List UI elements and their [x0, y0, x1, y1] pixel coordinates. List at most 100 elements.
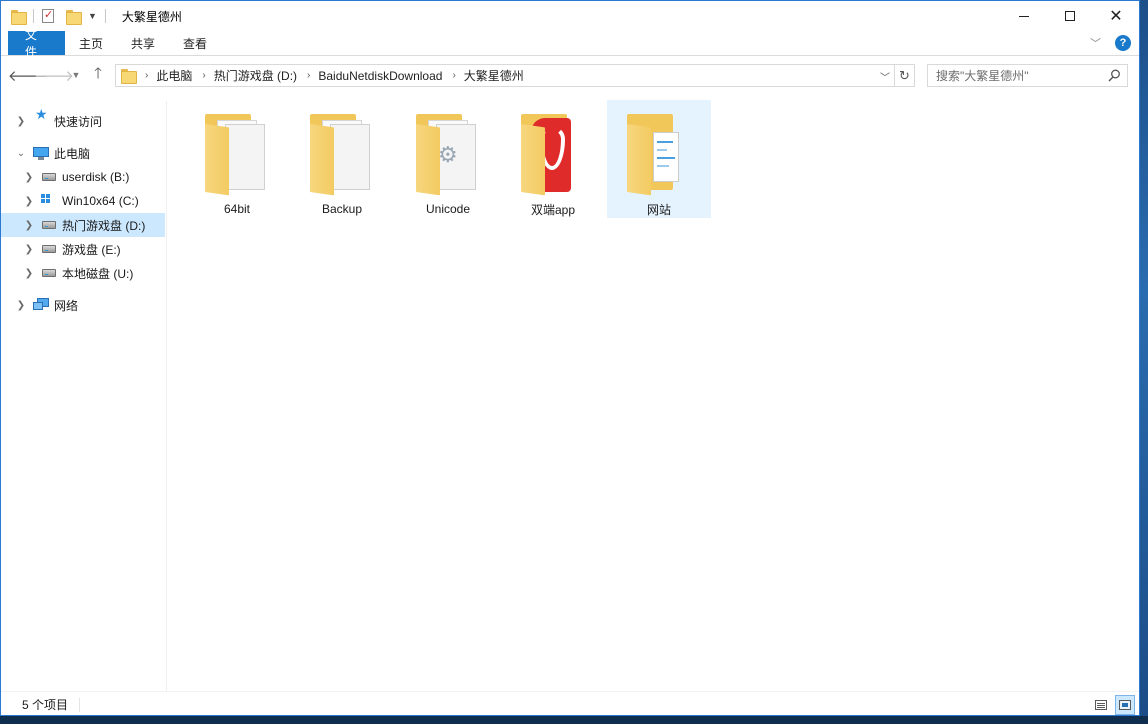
sidebar-item-label: Win10x64 (C:): [62, 194, 139, 208]
chevron-right-icon[interactable]: ❯: [23, 268, 35, 279]
chevron-right-icon[interactable]: ❯: [23, 244, 35, 255]
tab-share[interactable]: 共享: [117, 31, 169, 55]
search-input[interactable]: 搜索"大繁星德州": [927, 64, 1128, 87]
file-name: 双端app: [530, 203, 576, 217]
file-name: Backup: [321, 202, 363, 216]
breadcrumb-chevron-icon[interactable]: ›: [452, 70, 455, 81]
sidebar-item-quick-access[interactable]: ❯ ★ 快速访问: [1, 106, 165, 133]
folder-web-icon: [623, 110, 695, 196]
desktop-background: [1140, 0, 1148, 724]
ribbon-right-controls: ﹀ ?: [1090, 35, 1131, 51]
folder-item-unicode[interactable]: ⚙ Unicode: [396, 100, 500, 218]
sidebar-item-label: userdisk (B:): [62, 170, 130, 184]
customize-toolbar-chevron-icon[interactable]: ▼: [88, 11, 97, 21]
desktop-background: [0, 716, 1148, 724]
breadcrumb-current-folder[interactable]: 大繁星德州: [464, 67, 524, 84]
refresh-button[interactable]: ↻: [895, 64, 915, 87]
close-icon: ✕: [1109, 6, 1123, 25]
drive-icon: [42, 269, 56, 277]
chevron-down-icon[interactable]: ⌄: [15, 148, 27, 159]
divider: [79, 698, 80, 712]
sidebar-item-drive-b[interactable]: ❯ userdisk (B:): [1, 165, 165, 189]
sidebar-item-this-pc[interactable]: ⌄ 此电脑: [1, 141, 165, 165]
file-name: Unicode: [425, 202, 471, 216]
close-button[interactable]: ✕: [1093, 1, 1139, 31]
new-folder-icon[interactable]: [66, 9, 82, 25]
breadcrumb-baidunetdiskdownload[interactable]: BaiduNetdiskDownload: [318, 69, 442, 83]
help-icon[interactable]: ?: [1115, 35, 1131, 51]
forward-button[interactable]: 🡒: [34, 62, 74, 88]
details-view-icon: [1095, 700, 1107, 710]
window-title: 大繁星德州: [121, 9, 182, 24]
sidebar-item-network[interactable]: ❯ 网络: [1, 293, 165, 317]
window-controls: ✕: [1001, 1, 1139, 31]
breadcrumb-chevron-icon[interactable]: ›: [307, 70, 310, 81]
sidebar-item-drive-c[interactable]: ❯ Win10x64 (C:): [1, 189, 165, 213]
chevron-right-icon[interactable]: ❯: [15, 300, 27, 311]
folder-item-website[interactable]: 网站: [607, 100, 711, 218]
drive-icon: [42, 245, 56, 253]
sidebar-item-label: 快速访问: [54, 114, 103, 129]
windows-drive-icon: [41, 194, 57, 208]
address-dropdown-chevron-icon[interactable]: ﹀: [880, 69, 890, 84]
file-name: 网站: [646, 203, 671, 217]
folder-icon: [306, 110, 378, 196]
divider: [104, 9, 106, 23]
sidebar-item-drive-d[interactable]: ❯ 热门游戏盘 (D:): [1, 213, 165, 237]
sidebar-item-label: 本地磁盘 (U:): [62, 266, 134, 281]
breadcrumb-chevron-icon[interactable]: ›: [145, 70, 148, 81]
breadcrumb-chevron-icon[interactable]: ›: [202, 70, 205, 81]
sidebar-item-drive-u[interactable]: ❯ 本地磁盘 (U:): [1, 261, 165, 285]
breadcrumb-this-pc[interactable]: 此电脑: [156, 67, 192, 84]
sidebar-item-label: 热门游戏盘 (D:): [62, 218, 146, 233]
file-name: 64bit: [223, 202, 251, 216]
star-icon: ★: [35, 106, 48, 122]
recent-locations-chevron-icon[interactable]: ▼: [67, 62, 85, 88]
drive-icon: [42, 173, 56, 181]
explorer-window: ▼ 大繁星德州 ✕ 文件 主页 共享 查看 ﹀ ? 🡐 🡒 ▼ 🡑 › 此电脑 …: [0, 0, 1140, 716]
large-icons-view-icon: [1119, 700, 1131, 710]
chevron-right-icon[interactable]: ❯: [23, 220, 35, 231]
properties-icon[interactable]: [42, 8, 54, 23]
minimize-icon: [1019, 15, 1029, 17]
navigation-bar: 🡐 🡒 ▼ 🡑 › 此电脑 › 热门游戏盘 (D:) › BaiduNetdis…: [1, 57, 1139, 93]
file-list: 64bit Backup ⚙ Unicode 双端app 网站: [168, 93, 1139, 691]
sidebar-item-label: 此电脑: [54, 146, 91, 161]
status-bar: 5 个项目: [1, 691, 1139, 715]
ribbon-tabs: 文件 主页 共享 查看 ﹀ ?: [1, 28, 1139, 59]
view-switcher: [1091, 695, 1135, 715]
tab-view[interactable]: 查看: [169, 31, 221, 55]
quick-access-toolbar: ▼: [1, 1, 110, 31]
details-view-button[interactable]: [1091, 695, 1111, 715]
search-icon[interactable]: [1108, 69, 1121, 82]
address-bar[interactable]: › 此电脑 › 热门游戏盘 (D:) › BaiduNetdiskDownloa…: [115, 64, 895, 87]
chevron-right-icon[interactable]: ❯: [15, 116, 27, 127]
folder-item-app[interactable]: 双端app: [501, 100, 605, 218]
large-icons-view-button[interactable]: [1115, 695, 1135, 715]
chevron-right-icon[interactable]: ❯: [23, 196, 35, 207]
folder-icon: [121, 69, 137, 84]
refresh-icon: ↻: [899, 67, 910, 83]
navigation-pane: ❯ ★ 快速访问 ⌄ 此电脑 ❯ userdisk (B:) ❯ Win10x6…: [1, 101, 167, 691]
up-button[interactable]: 🡑: [85, 62, 111, 88]
network-icon: [33, 298, 49, 311]
search-placeholder: 搜索"大繁星德州": [936, 69, 1029, 83]
folder-icon: [11, 9, 27, 25]
divider: [33, 9, 34, 23]
folder-app-icon: [517, 110, 589, 196]
minimize-button[interactable]: [1001, 1, 1047, 31]
chevron-right-icon[interactable]: ❯: [23, 172, 35, 183]
folder-item-64bit[interactable]: 64bit: [185, 100, 289, 218]
sidebar-item-drive-e[interactable]: ❯ 游戏盘 (E:): [1, 237, 165, 261]
tab-home[interactable]: 主页: [65, 31, 117, 55]
breadcrumb-drive-d[interactable]: 热门游戏盘 (D:): [214, 67, 297, 84]
title-bar: ▼ 大繁星德州 ✕: [1, 1, 1139, 31]
maximize-button[interactable]: [1047, 1, 1093, 31]
folder-item-backup[interactable]: Backup: [290, 100, 394, 218]
folder-icon: [201, 110, 273, 196]
sidebar-item-label: 游戏盘 (E:): [62, 242, 121, 257]
maximize-icon: [1065, 11, 1075, 21]
pc-icon: [33, 147, 49, 160]
expand-ribbon-chevron-icon[interactable]: ﹀: [1090, 35, 1101, 51]
tab-file[interactable]: 文件: [8, 28, 65, 59]
